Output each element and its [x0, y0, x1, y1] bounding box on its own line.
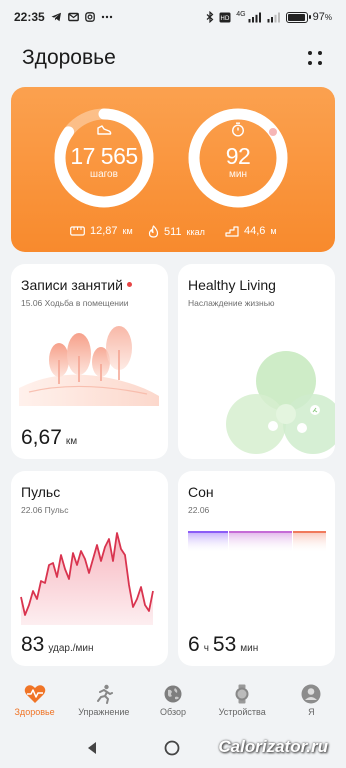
nav-label-discover: Обзор	[160, 707, 186, 717]
nav-label-exercise: Упражнение	[78, 707, 130, 717]
home-icon[interactable]	[164, 740, 180, 756]
profile-icon	[301, 684, 321, 704]
sleep-title: Сон	[188, 484, 214, 500]
nav-tab-me[interactable]: Я	[277, 680, 346, 728]
stopwatch-icon	[231, 122, 245, 137]
floors-stat: 44,6 м	[225, 225, 277, 237]
heart-rate-card[interactable]: Пульс 22.06 Пульс 83 удар./мин	[11, 471, 168, 666]
page-header: Здоровье	[0, 38, 346, 78]
activity-rings-card[interactable]: 17 565 шагов 92 мин 12,87 км 511 ккал 44…	[11, 87, 335, 252]
nav-tab-discover[interactable]: Обзор	[138, 680, 207, 728]
heart-rate-chart	[20, 532, 154, 625]
instagram-icon	[84, 12, 95, 22]
signal-icon-2	[267, 12, 280, 22]
nav-tab-devices[interactable]: Устройства	[208, 680, 277, 728]
floors-unit: м	[270, 226, 277, 236]
shoe-icon	[97, 125, 112, 135]
globe-icon	[164, 685, 182, 703]
steps-value: 17 565	[70, 143, 138, 169]
dot-icon	[318, 51, 322, 55]
battery-text: 97%	[312, 11, 332, 23]
volte-icon: HD	[219, 12, 231, 22]
distance-unit: км	[122, 226, 133, 236]
minutes-unit: мин	[229, 169, 247, 180]
sleep-chart	[188, 531, 326, 553]
telegram-icon	[51, 12, 61, 22]
healthy-living-subtitle: Наслаждение жизнью	[188, 298, 275, 308]
page-title: Здоровье	[22, 46, 116, 69]
nav-tab-health[interactable]: Здоровье	[0, 680, 69, 728]
sleep-card[interactable]: Сон 22.06 6 ч 53 мин	[178, 471, 335, 666]
calories-stat: 511 ккал	[148, 225, 205, 238]
minutes-value: 92	[225, 143, 251, 169]
calories-unit: ккал	[186, 226, 205, 237]
heart-rate-title: Пульс	[21, 484, 61, 500]
calories-value: 511	[164, 225, 182, 238]
distance-value: 12,87	[90, 225, 118, 237]
nav-label-health: Здоровье	[14, 707, 55, 717]
signal-icon	[248, 12, 261, 22]
distance-stat: 12,87 км	[70, 225, 133, 237]
sleep-readout: 6 ч 53 мин	[188, 633, 258, 657]
status-time: 22:35	[14, 10, 45, 24]
clover-illustration	[226, 351, 335, 454]
status-bar: 22:35 HD 4G 97%	[0, 0, 346, 34]
nav-label-devices: Устройства	[218, 707, 266, 717]
heart-pulse-icon	[24, 685, 45, 703]
sleep-minutes: 53	[212, 633, 237, 656]
watermark: Calorizator.ru	[218, 737, 328, 756]
battery-icon	[285, 11, 311, 23]
ruler-icon	[70, 226, 85, 236]
dot-icon	[308, 51, 312, 55]
heart-rate-value: 83	[21, 633, 45, 656]
running-icon	[96, 684, 113, 704]
healthy-living-title: Healthy Living	[188, 277, 276, 293]
workouts-subtitle: 15.06 Ходьба в помещении	[21, 298, 129, 308]
steps-unit: шагов	[90, 169, 118, 180]
flame-icon	[148, 225, 159, 238]
workouts-card[interactable]: Записи занятий 15.06 Ходьба в помещении …	[11, 264, 168, 459]
minutes-readout: 92 мин	[186, 143, 290, 180]
healthy-living-card[interactable]: Healthy Living Наслаждение жизнью	[178, 264, 335, 459]
workouts-unit: км	[65, 436, 78, 447]
sleep-hours-unit: ч	[203, 643, 209, 654]
sleep-hours: 6	[188, 633, 200, 656]
nav-tab-exercise[interactable]: Упражнение	[69, 680, 138, 728]
network-badge: 4G	[236, 10, 246, 18]
back-icon[interactable]	[86, 741, 98, 755]
new-record-dot	[126, 282, 132, 287]
dot-icon	[308, 61, 312, 65]
workouts-value: 6,67	[21, 426, 62, 449]
dot-icon	[318, 61, 322, 65]
sleep-subtitle: 22.06	[188, 505, 210, 515]
floors-value: 44,6	[244, 225, 266, 237]
workouts-readout: 6,67 км	[21, 426, 77, 450]
mail-icon	[67, 12, 79, 22]
nav-label-me: Я	[308, 707, 315, 717]
steps-readout: 17 565 шагов	[52, 143, 156, 180]
bluetooth-icon	[206, 11, 214, 23]
heart-rate-subtitle: 22.06 Пульс	[21, 505, 69, 515]
trees-illustration	[19, 326, 159, 406]
more-notifications-icon	[101, 15, 112, 19]
workouts-title: Записи занятий	[21, 277, 132, 293]
sleep-minutes-unit: мин	[240, 643, 259, 654]
heart-rate-readout: 83 удар./мин	[21, 633, 94, 657]
more-options-button[interactable]	[306, 49, 324, 67]
stairs-icon	[225, 226, 239, 237]
heart-rate-unit: удар./мин	[48, 643, 94, 654]
svg-text:HD: HD	[221, 15, 231, 22]
bottom-navigation: Здоровье Упражнение Обзор Устройства Я	[0, 680, 346, 728]
watch-icon	[235, 684, 249, 704]
